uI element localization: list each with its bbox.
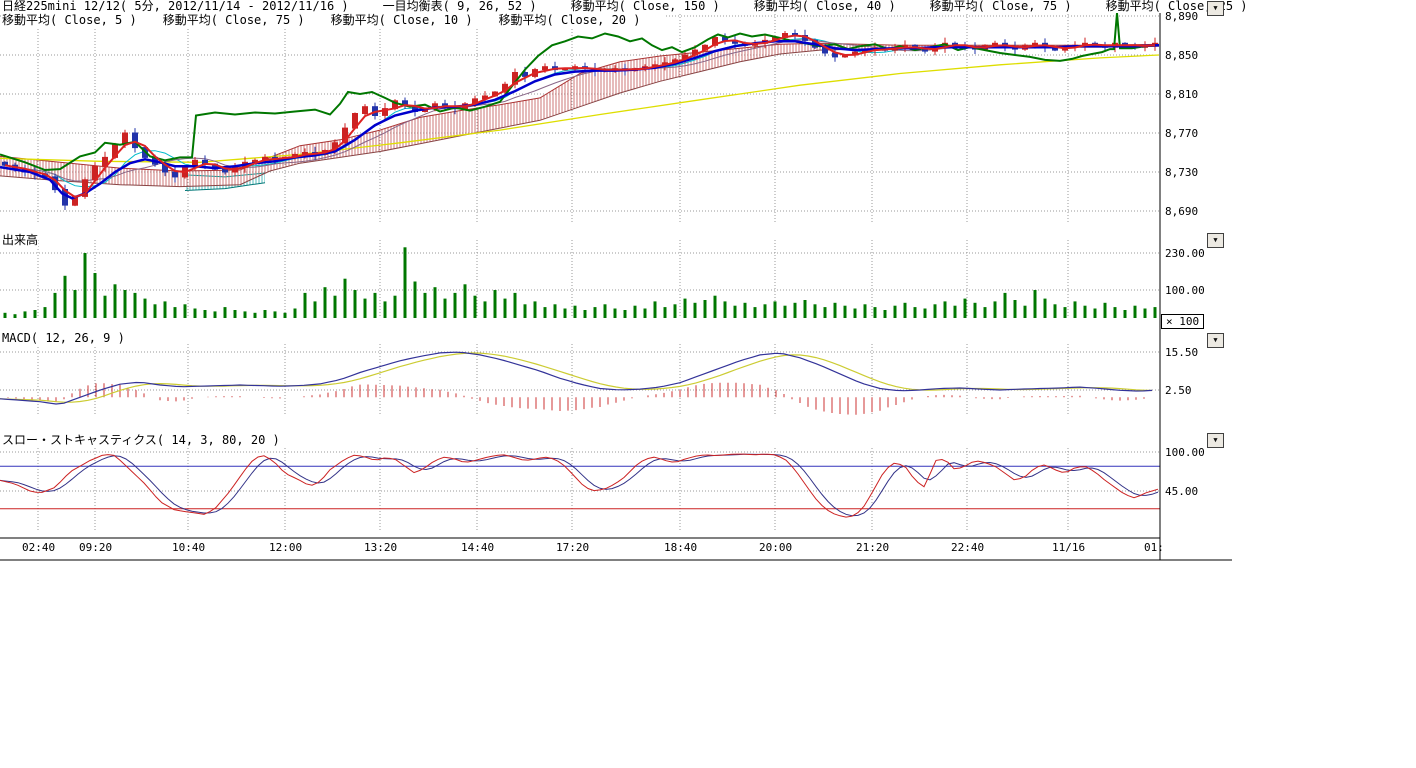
volume-bars bbox=[4, 247, 1157, 318]
price-axis-label: 8,730 bbox=[1165, 166, 1198, 179]
ichimoku-cloud bbox=[0, 43, 1159, 190]
legend-ma-75b: 移動平均( Close, 75 ) bbox=[163, 13, 305, 27]
chevron-down-icon: ▼ bbox=[1213, 336, 1217, 344]
legend-ma-150: 移動平均( Close, 150 ) bbox=[571, 0, 720, 13]
legend-ichimoku: 一目均衡表( 9, 26, 52 ) bbox=[383, 0, 537, 13]
chevron-down-icon: ▼ bbox=[1213, 436, 1217, 444]
stoch-panel-scroll-down-button[interactable]: ▼ bbox=[1207, 433, 1224, 448]
time-axis-label: 14:40 bbox=[461, 541, 494, 554]
time-axis-label: 22:40 bbox=[951, 541, 984, 554]
volume-axis-label: 100.00 bbox=[1165, 284, 1205, 297]
volume-axis-label: 230.00 bbox=[1165, 247, 1205, 260]
price-axis-label: 8,850 bbox=[1165, 49, 1198, 62]
time-axis-label: 01: bbox=[1144, 541, 1164, 554]
chart-legend-line1: 日経225mini 12/12( 5分, 2012/11/14 - 2012/1… bbox=[2, 0, 1282, 13]
time-axis-label: 20:00 bbox=[759, 541, 792, 554]
macd-panel-title: MACD( 12, 26, 9 ) bbox=[2, 331, 125, 345]
chart-legend-line2: 移動平均( Close, 5 ) 移動平均( Close, 75 ) 移動平均( C… bbox=[2, 14, 666, 27]
legend-symbol-title: 日経225mini 12/12( 5分, 2012/11/14 - 2012/1… bbox=[2, 0, 349, 13]
chart-canvas bbox=[0, 0, 1416, 564]
legend-ma-10: 移動平均( Close, 10 ) bbox=[331, 13, 473, 27]
time-axis-label: 02:40 bbox=[22, 541, 55, 554]
volume-panel-scroll-down-button[interactable]: ▼ bbox=[1207, 233, 1224, 248]
legend-ma-5: 移動平均( Close, 5 ) bbox=[2, 13, 137, 27]
stoch-lines bbox=[0, 454, 1158, 517]
price-axis-label: 8,890 bbox=[1165, 10, 1198, 23]
time-axis-label: 18:40 bbox=[664, 541, 697, 554]
legend-ma-40: 移動平均( Close, 40 ) bbox=[754, 0, 896, 13]
price-axis-label: 8,810 bbox=[1165, 88, 1198, 101]
legend-ma-75: 移動平均( Close, 75 ) bbox=[930, 0, 1072, 13]
price-panel-scroll-down-button[interactable]: ▼ bbox=[1207, 1, 1224, 16]
time-axis-label: 12:00 bbox=[269, 541, 302, 554]
legend-ma-20: 移動平均( Close, 20 ) bbox=[499, 13, 641, 27]
chevron-down-icon: ▼ bbox=[1213, 4, 1217, 12]
price-axis-label: 8,690 bbox=[1165, 205, 1198, 218]
price-axis-label: 8,770 bbox=[1165, 127, 1198, 140]
stoch-axis-label: 45.00 bbox=[1165, 485, 1198, 498]
volume-multiplier-badge: × 100 bbox=[1161, 314, 1204, 329]
time-axis-label: 11/16 bbox=[1052, 541, 1085, 554]
time-axis-label: 17:20 bbox=[556, 541, 589, 554]
macd-panel-scroll-down-button[interactable]: ▼ bbox=[1207, 333, 1224, 348]
macd-axis-label: 2.50 bbox=[1165, 384, 1192, 397]
chevron-down-icon: ▼ bbox=[1213, 236, 1217, 244]
macd-lines bbox=[0, 352, 1152, 404]
time-axis-label: 09:20 bbox=[79, 541, 112, 554]
time-axis-label: 10:40 bbox=[172, 541, 205, 554]
time-axis-label: 13:20 bbox=[364, 541, 397, 554]
volume-panel-title: 出来高 bbox=[2, 231, 38, 248]
stoch-axis-label: 100.00 bbox=[1165, 446, 1205, 459]
stochastics-panel-title: スロー・ストキャスティクス( 14, 3, 80, 20 ) bbox=[2, 431, 280, 448]
chart-application-window: 日経225mini 12/12( 5分, 2012/11/14 - 2012/1… bbox=[0, 0, 1416, 768]
time-axis-label: 21:20 bbox=[856, 541, 889, 554]
macd-histogram bbox=[8, 383, 1144, 415]
macd-axis-label: 15.50 bbox=[1165, 346, 1198, 359]
